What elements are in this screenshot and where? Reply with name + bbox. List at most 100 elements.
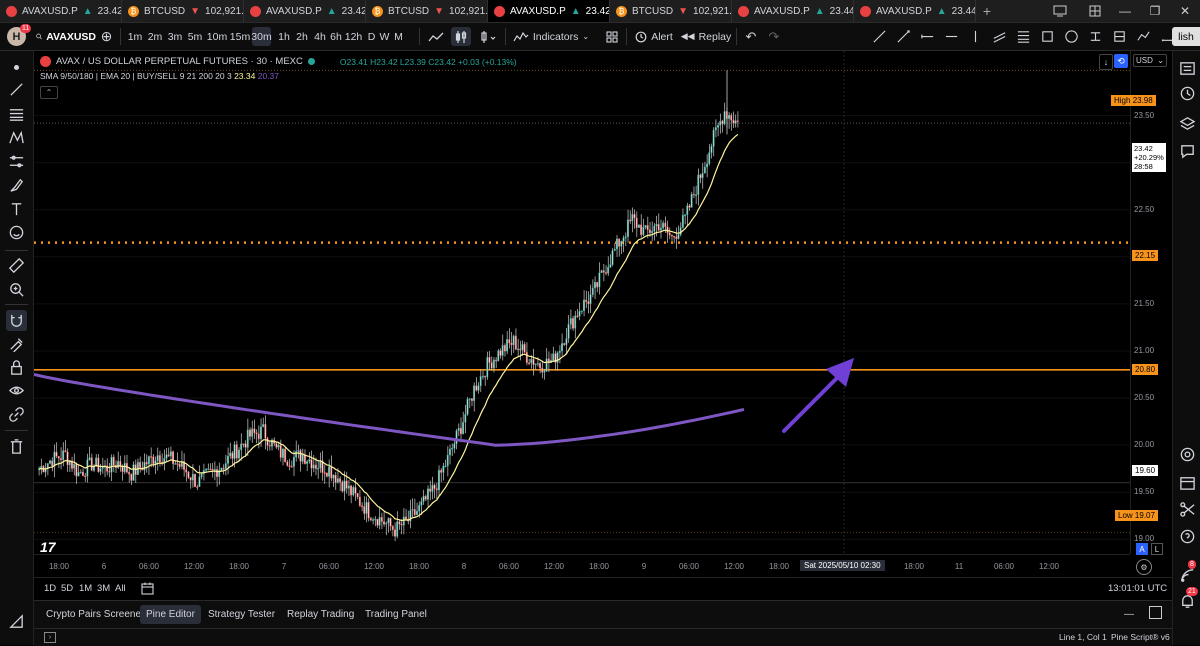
help-icon[interactable]	[1177, 526, 1197, 546]
panel-minimize-icon[interactable]: —	[1124, 609, 1134, 620]
brush-icon[interactable]	[6, 175, 27, 196]
interval-2m[interactable]: 2m	[146, 27, 164, 46]
emoji-icon[interactable]	[6, 222, 27, 243]
calendar-widget-icon[interactable]	[1177, 472, 1197, 492]
interval-3m[interactable]: 3m	[166, 27, 184, 46]
indicators-legend[interactable]: SMA 9/50/180 | EMA 20 | BUY/SELL 9 21 20…	[40, 71, 279, 81]
symbol-search[interactable]: AVAXUSD	[36, 27, 96, 46]
horizontal-ray-icon[interactable]	[918, 27, 936, 46]
browser-tab[interactable]: AVAXUSD.P▲23.42×	[0, 0, 122, 22]
interval-1h[interactable]: 1h	[277, 27, 291, 46]
zoom-in-icon[interactable]	[6, 279, 27, 300]
minimize-icon[interactable]: —	[1110, 0, 1140, 22]
candles-chart-type-icon[interactable]	[451, 27, 471, 46]
redo-icon[interactable]: ↷	[766, 27, 782, 46]
currency-selector[interactable]: USD ⌄	[1133, 54, 1167, 67]
line-chart-type-icon[interactable]	[425, 27, 447, 46]
layers-icon[interactable]	[1177, 113, 1197, 133]
bottom-tab-replay-trading[interactable]: Replay Trading	[281, 605, 360, 624]
bottom-tab-crypto-pairs-screener[interactable]: Crypto Pairs Screener	[40, 605, 150, 624]
interval-10m[interactable]: 10m	[206, 27, 228, 46]
calendar-icon[interactable]	[141, 582, 154, 598]
templates-grid-icon[interactable]	[604, 27, 620, 46]
time-axis[interactable]: 18:00 6 06:00 12:00 18:00 7 06:00 12:00 18:00 8 06…	[34, 554, 1152, 577]
range-1m[interactable]: 1M	[79, 583, 92, 594]
range-3m[interactable]: 3M	[97, 583, 110, 594]
range-5d[interactable]: 5D	[61, 583, 73, 594]
log-scale-button[interactable]: L	[1151, 543, 1163, 555]
scissors-icon[interactable]	[1177, 499, 1197, 519]
compare-symbol-button[interactable]: ⊕	[98, 27, 115, 46]
eye-icon[interactable]	[6, 380, 27, 401]
object-tree-icon[interactable]	[6, 611, 27, 632]
alert-button[interactable]: Alert	[633, 27, 675, 46]
indicators-button[interactable]: Indicators ⌄	[510, 27, 592, 46]
undo-icon[interactable]: ↶	[743, 27, 759, 46]
rectangle-icon[interactable]	[1038, 27, 1056, 46]
interval-15m[interactable]: 15m	[230, 27, 250, 46]
collapse-legend-icon[interactable]: ⌃	[40, 86, 58, 99]
browser-tab[interactable]: ₿BTCUSD▼102,921.3×	[122, 0, 244, 22]
bottom-tab-trading-panel[interactable]: Trading Panel	[359, 605, 433, 624]
interval-2h[interactable]: 2h	[295, 27, 309, 46]
circle-icon[interactable]	[1062, 27, 1080, 46]
long-position-icon[interactable]	[1110, 27, 1128, 46]
interval-12h[interactable]: 12h	[344, 27, 363, 46]
scroll-down-icon[interactable]: ↓	[1099, 54, 1113, 70]
terminal-icon[interactable]: ›	[44, 632, 56, 643]
price-chart-canvas[interactable]	[34, 51, 1130, 554]
forecast-icon[interactable]	[1134, 27, 1152, 46]
chart-pane[interactable]: AVAX / US DOLLAR PERPETUAL FUTURES · 30 …	[34, 51, 1130, 588]
watchlist-icon[interactable]	[1177, 58, 1197, 78]
interval-5m[interactable]: 5m	[186, 27, 204, 46]
browser-tab[interactable]: AVAXUSD.P▲23.42×	[488, 0, 610, 22]
interval-6h[interactable]: 6h	[329, 27, 343, 46]
bottom-tab-strategy-tester[interactable]: Strategy Tester	[202, 605, 281, 624]
new-tab-button[interactable]: +	[976, 2, 998, 21]
close-window-icon[interactable]: ✕	[1170, 0, 1200, 22]
price-range-icon[interactable]	[1086, 27, 1104, 46]
panel-maximize-icon[interactable]	[1149, 606, 1162, 619]
horizontal-line-icon[interactable]	[942, 27, 960, 46]
fib-retracement-icon[interactable]	[6, 104, 27, 125]
fib-icon[interactable]	[1014, 27, 1032, 46]
bottom-tab-pine-editor[interactable]: Pine Editor	[140, 605, 201, 624]
text-tool-icon[interactable]	[6, 199, 27, 220]
stay-in-drawing-mode-icon[interactable]	[6, 333, 27, 354]
interval-D[interactable]: D	[366, 27, 377, 46]
grid-icon[interactable]	[1080, 0, 1110, 22]
publish-button[interactable]: lish	[1172, 27, 1200, 46]
auto-scale-button[interactable]: A	[1136, 543, 1148, 555]
chat-icon[interactable]	[1177, 141, 1197, 161]
pattern-icon[interactable]	[6, 127, 27, 148]
restore-icon[interactable]: ❐	[1140, 0, 1170, 22]
prediction-icon[interactable]	[6, 151, 27, 172]
cursor-crosshair-icon[interactable]	[6, 57, 27, 78]
interval-30m[interactable]: 30m	[251, 27, 272, 46]
ideas-icon[interactable]	[1177, 444, 1197, 464]
ray-icon[interactable]	[894, 27, 912, 46]
interval-1m[interactable]: 1m	[126, 27, 144, 46]
vertical-line-icon[interactable]	[966, 27, 984, 46]
alerts-clock-icon[interactable]	[1177, 83, 1197, 103]
interval-4h[interactable]: 4h	[313, 27, 327, 46]
browser-tab[interactable]: ₿BTCUSD▼102,921.3×	[610, 0, 732, 22]
magnet-icon[interactable]	[6, 310, 27, 331]
trend-line-icon[interactable]	[6, 79, 27, 100]
trend-line-icon[interactable]	[870, 27, 888, 46]
link-icon[interactable]	[6, 404, 27, 425]
browser-tab[interactable]: AVAXUSD.P▲23.42×	[244, 0, 366, 22]
lock-icon[interactable]	[6, 357, 27, 378]
browser-tab[interactable]: AVAXUSD.P▲23.44×	[732, 0, 854, 22]
utc-clock[interactable]: 13:01:01 UTC	[1108, 583, 1167, 594]
chart-legend-title[interactable]: AVAX / US DOLLAR PERPETUAL FUTURES · 30 …	[40, 56, 517, 67]
parallel-channel-icon[interactable]	[990, 27, 1008, 46]
replay-button[interactable]: ◀◀ Replay	[681, 27, 732, 46]
layout-icon[interactable]	[1045, 0, 1075, 22]
ruler-icon[interactable]	[6, 255, 27, 276]
interval-M[interactable]: M	[393, 27, 404, 46]
price-axis[interactable]: USD⌄ 23.5023.0022.5022.0021.5021.0020.50…	[1111, 51, 1173, 554]
interval-W[interactable]: W	[379, 27, 390, 46]
chart-type-dropdown[interactable]	[477, 27, 501, 46]
trash-icon[interactable]	[6, 436, 27, 457]
